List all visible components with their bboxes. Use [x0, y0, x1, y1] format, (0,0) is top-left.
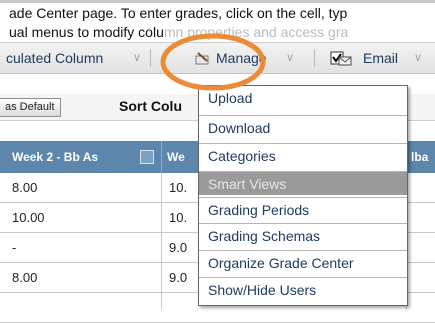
- grade-cell[interactable]: 8.00: [12, 263, 37, 292]
- column-menu-icon[interactable]: [140, 150, 154, 164]
- sort-columns-label[interactable]: Sort Colu: [119, 98, 182, 114]
- column-divider: [161, 141, 162, 173]
- column-header-extra[interactable]: lba: [411, 141, 428, 173]
- grade-cell[interactable]: 10.00: [12, 203, 45, 232]
- grade-cell[interactable]: 8.00: [12, 173, 37, 202]
- toolbar-separator: [314, 49, 315, 67]
- column-header-week2[interactable]: Week 2 - Bb As: [12, 141, 98, 173]
- toolbar-separator: [150, 49, 151, 67]
- menu-item-organize-grade-center[interactable]: Organize Grade Center: [199, 250, 407, 274]
- menu-item-show-hide-users[interactable]: Show/Hide Users: [199, 277, 407, 301]
- column-divider: [161, 173, 162, 310]
- grade-cell[interactable]: -: [12, 233, 16, 262]
- menu-item-smart-views: Smart Views: [199, 171, 407, 195]
- email-icon: [330, 51, 352, 71]
- chevron-down-icon[interactable]: ∨: [414, 51, 422, 64]
- instructions-line-2-text: ual menus to modify colu: [9, 24, 164, 40]
- email-menu-button[interactable]: Email: [363, 43, 398, 73]
- grade-cell[interactable]: 10.: [169, 173, 187, 202]
- chevron-down-icon[interactable]: ∨: [286, 51, 294, 64]
- column-header-week3[interactable]: We: [167, 141, 185, 173]
- menu-item-grading-schemas[interactable]: Grading Schemas: [199, 223, 407, 247]
- menu-item-grading-periods[interactable]: Grading Periods: [199, 197, 407, 221]
- grade-cell[interactable]: 9.0: [169, 233, 187, 262]
- menu-item-download[interactable]: Download: [199, 115, 407, 139]
- calculated-column-button[interactable]: culated Column: [6, 43, 103, 73]
- chevron-down-icon[interactable]: ∨: [133, 51, 141, 64]
- manage-dropdown-menu: Upload Download Categories Smart Views G…: [198, 85, 408, 306]
- grade-cell[interactable]: 10.: [169, 203, 187, 232]
- grade-cell[interactable]: 9.0: [169, 263, 187, 292]
- highlight-circle-annotation: [160, 33, 266, 91]
- top-divider: [0, 0, 435, 3]
- menu-item-categories[interactable]: Categories: [199, 143, 407, 167]
- instructions-line-1: ade Center page. To enter grades, click …: [9, 5, 348, 21]
- set-as-default-button[interactable]: as Default: [0, 98, 61, 117]
